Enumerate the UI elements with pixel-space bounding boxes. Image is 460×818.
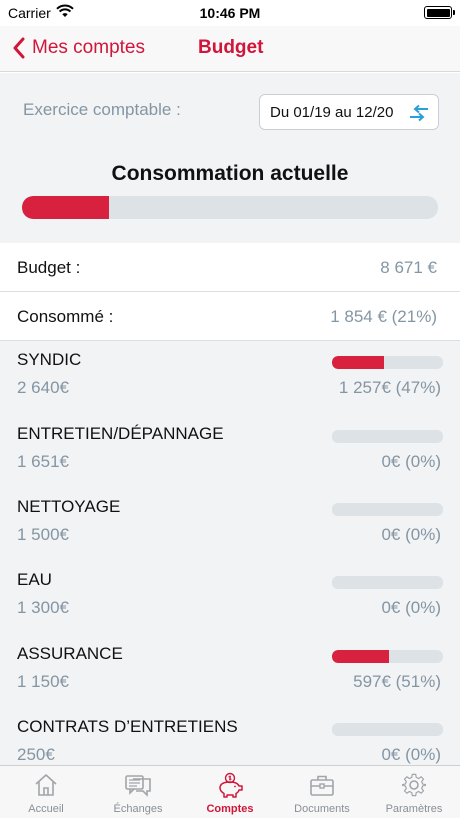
consumption-progress-bar — [22, 196, 438, 219]
category-row: SYNDIC 2 640€ 1 257€ (47%) — [0, 341, 460, 415]
budget-total-label: Budget : — [17, 258, 81, 277]
category-progress-bar — [332, 503, 443, 516]
tab-label: Paramètres — [385, 803, 443, 815]
consumption-title: Consommation actuelle — [111, 162, 349, 185]
category-row: ASSURANCE 1 150€ 597€ (51%) — [0, 635, 460, 709]
category-name: CONTRATS D’ENTRETIENS — [17, 717, 238, 736]
category-budget: 250€ — [17, 745, 55, 764]
category-budget: 1 651€ — [17, 452, 69, 471]
category-row: EAU 1 300€ 0€ (0%) — [0, 561, 460, 635]
gear-icon — [401, 773, 427, 797]
tab-label: Accueil — [28, 803, 64, 815]
category-consumed: 0€ (0%) — [381, 452, 441, 471]
consumed-total-row: Consommé : 1 854 € (21%) — [0, 292, 460, 340]
budget-header: Exercice comptable : Du 01/19 au 12/20 C… — [0, 73, 460, 243]
tab-label: Comptes — [206, 803, 254, 815]
category-budget: 1 300€ — [17, 598, 69, 617]
category-name: NETTOYAGE — [17, 497, 121, 516]
category-name: ENTRETIEN/DÉPANNAGE — [17, 424, 224, 443]
fiscal-period-selector[interactable]: Du 01/19 au 12/20 — [259, 94, 439, 130]
fiscal-period-value: Du 01/19 au 12/20 — [270, 104, 394, 121]
navigation-bar: Mes comptes Budget — [0, 26, 460, 72]
back-button[interactable]: Mes comptes — [12, 36, 145, 60]
category-name: SYNDIC — [17, 350, 82, 369]
category-budget: 1 150€ — [17, 672, 69, 691]
swap-arrows-icon — [410, 104, 428, 122]
consumption-progress-fill — [22, 196, 110, 219]
tab-parametres[interactable]: Paramètres — [368, 766, 460, 818]
category-progress-bar — [332, 430, 443, 443]
briefcase-icon — [310, 775, 334, 796]
category-consumed: 0€ (0%) — [381, 598, 441, 617]
piggy-bank-icon — [219, 772, 243, 798]
category-row: NETTOYAGE 1 500€ 0€ (0%) — [0, 488, 460, 562]
category-name: ASSURANCE — [17, 644, 123, 663]
tab-label: Documents — [294, 803, 350, 815]
category-progress-bar — [332, 576, 443, 589]
battery-icon — [424, 6, 455, 19]
consumed-total-value: 1 854 € (21%) — [330, 307, 437, 326]
category-progress-fill — [332, 650, 389, 663]
category-progress-fill — [332, 356, 385, 369]
tab-documents[interactable]: Documents — [276, 766, 368, 818]
page-title: Budget — [198, 37, 264, 58]
category-consumed: 1 257€ (47%) — [338, 378, 441, 397]
category-consumed: 0€ (0%) — [381, 525, 441, 544]
category-name: EAU — [17, 570, 52, 589]
tab-echanges[interactable]: Échanges — [92, 766, 184, 818]
category-budget: 1 500€ — [17, 525, 69, 544]
chevron-left-icon — [13, 37, 25, 59]
category-progress-bar — [332, 650, 443, 663]
tab-bar: Accueil Échanges Comptes Documents Param… — [0, 765, 460, 818]
budget-total-row: Budget : 8 671 € — [0, 243, 460, 291]
status-bar: Carrier 10:46 PM — [0, 0, 460, 26]
consumed-total-label: Consommé : — [17, 307, 114, 326]
category-row: ENTRETIEN/DÉPANNAGE 1 651€ 0€ (0%) — [0, 415, 460, 489]
category-consumed: 597€ (51%) — [353, 672, 441, 691]
back-button-label: Mes comptes — [32, 37, 145, 58]
home-icon — [35, 774, 57, 796]
category-row: CONTRATS D’ENTRETIENS 250€ 0€ (0%) — [0, 708, 460, 765]
tab-accueil[interactable]: Accueil — [0, 766, 92, 818]
category-progress-bar — [332, 356, 443, 369]
budget-total-value: 8 671 € — [380, 258, 437, 277]
fiscal-period-label: Exercice comptable : — [23, 100, 181, 119]
category-list[interactable]: SYNDIC 2 640€ 1 257€ (47%) ENTRETIEN/DÉP… — [0, 341, 460, 765]
tab-label: Échanges — [113, 803, 163, 815]
messages-icon — [125, 775, 151, 797]
tab-comptes[interactable]: Comptes — [184, 766, 276, 818]
category-progress-bar — [332, 723, 443, 736]
category-budget: 2 640€ — [17, 378, 69, 397]
category-consumed: 0€ (0%) — [381, 745, 441, 764]
clock: 10:46 PM — [199, 5, 261, 21]
